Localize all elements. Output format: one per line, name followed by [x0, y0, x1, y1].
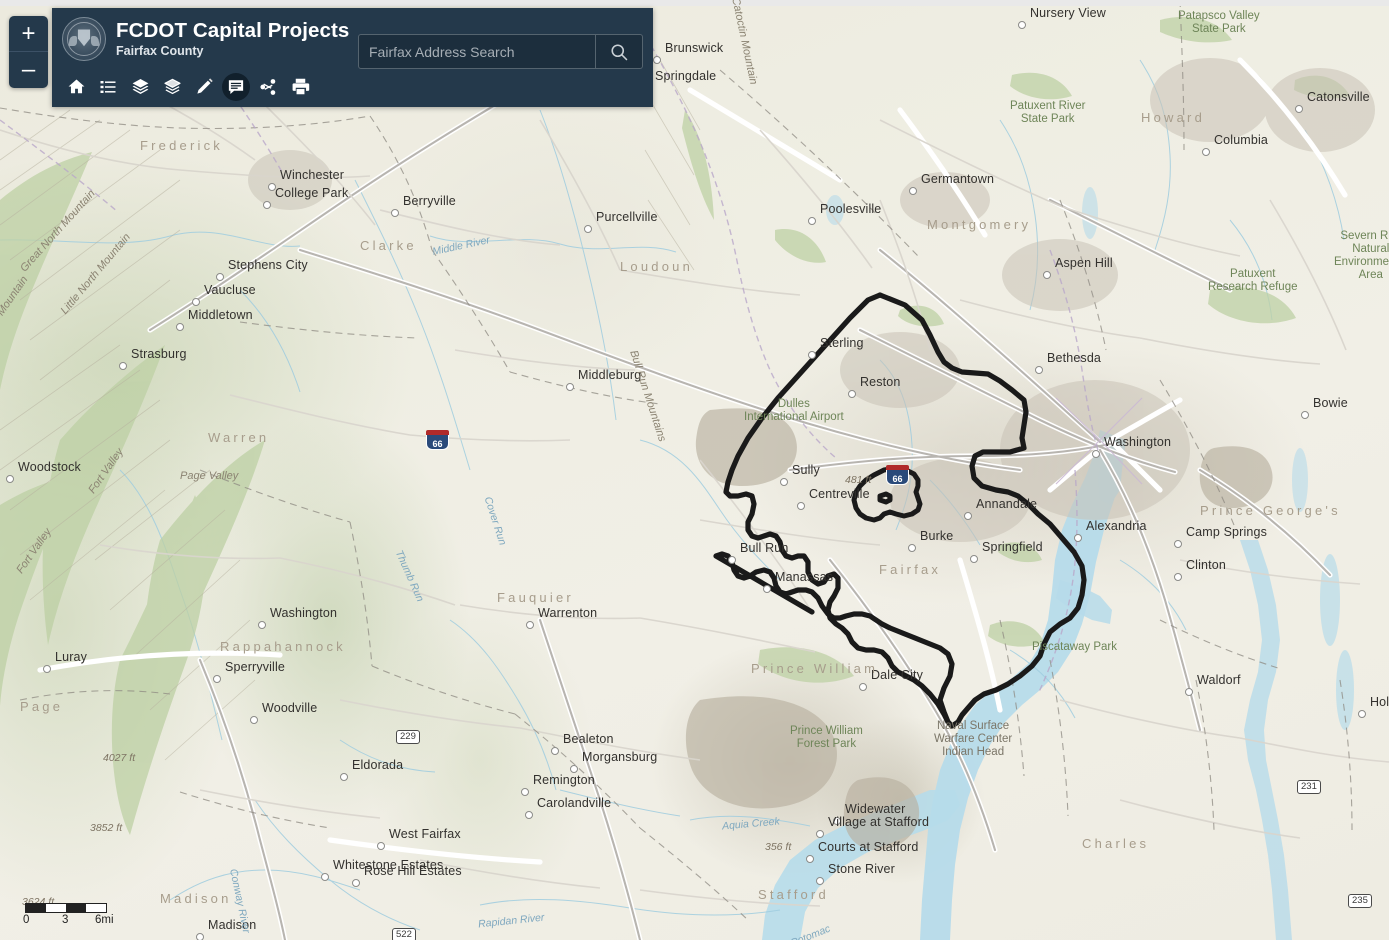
route-shield-icon: 229 — [396, 730, 420, 744]
interstate-shield-icon: 66 — [886, 465, 909, 485]
top-edge-strip — [0, 0, 1389, 6]
zoom-controls[interactable]: + – — [9, 16, 48, 88]
scale-bar: 0 3 6mi — [23, 903, 114, 928]
draw-button[interactable] — [190, 73, 218, 101]
layers-filled-icon — [132, 79, 148, 94]
address-search[interactable] — [358, 34, 643, 69]
interstate-shield-icon: 66 — [426, 430, 449, 450]
map-vector-layer — [0, 0, 1389, 940]
print-button[interactable] — [286, 73, 314, 101]
map-application: Winchester College Park Berryville Stephens… — [0, 0, 1389, 940]
map-canvas[interactable]: Winchester College Park Berryville Stephens… — [0, 0, 1389, 940]
scale-bar-ticks: 0 3 6mi — [23, 914, 114, 928]
home-icon — [68, 79, 84, 94]
tool-bar — [52, 70, 653, 107]
legend-button[interactable] — [94, 73, 122, 101]
home-button[interactable] — [62, 73, 90, 101]
header-titles: FCDOT Capital Projects Fairfax County — [116, 19, 349, 59]
header-title-row: FCDOT Capital Projects Fairfax County — [52, 8, 653, 70]
print-icon — [292, 78, 309, 95]
pencil-icon — [196, 78, 213, 94]
route-shield-icon: 231 — [1297, 780, 1321, 794]
app-header: FCDOT Capital Projects Fairfax County — [52, 8, 653, 107]
basemap-icon — [163, 78, 181, 95]
zoom-out-button[interactable]: – — [9, 52, 48, 88]
search-input[interactable] — [359, 35, 595, 68]
scale-tick-1: 3 — [62, 914, 69, 926]
route-shield-icon: 522 — [392, 928, 416, 940]
scale-tick-0: 0 — [23, 914, 30, 926]
layers-button[interactable] — [126, 73, 154, 101]
page-subtitle: Fairfax County — [116, 44, 204, 58]
list-icon — [100, 80, 116, 93]
comment-button[interactable] — [222, 72, 250, 101]
fairfax-county-seal-icon — [62, 17, 106, 61]
zoom-in-button[interactable]: + — [9, 16, 48, 52]
scale-tick-2: 6mi — [95, 914, 114, 926]
route-shield-icon: 235 — [1348, 894, 1372, 908]
basemap-button[interactable] — [158, 73, 186, 101]
share-icon — [260, 78, 276, 95]
scale-bar-graphic — [25, 903, 107, 913]
search-icon — [611, 43, 628, 60]
comment-icon — [228, 79, 244, 94]
share-button[interactable] — [254, 73, 282, 101]
page-title: FCDOT Capital Projects — [116, 19, 350, 42]
search-button[interactable] — [595, 35, 642, 68]
